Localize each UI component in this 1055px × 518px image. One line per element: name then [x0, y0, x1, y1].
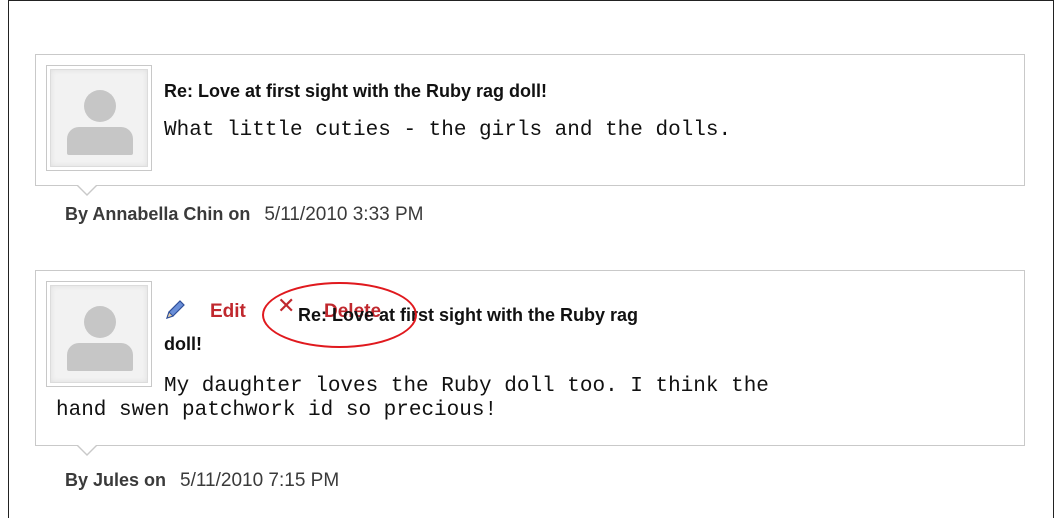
comment-body-line: My daughter loves the Ruby doll too. I t… — [164, 375, 769, 398]
comment-title: Re: Love at first sight with the Ruby ra… — [164, 81, 548, 101]
comment-author: By Annabella Chin on — [65, 204, 251, 224]
comment-date: 5/11/2010 7:15 PM — [180, 470, 340, 491]
comment-body-line: hand swen patchwork id so precious! — [56, 399, 498, 422]
comment-card: Edit ✕ Delete Re: Love at first sight wi… — [35, 270, 1025, 456]
comment-date: 5/11/2010 3:33 PM — [264, 204, 424, 225]
comment-title-continued: doll! — [164, 334, 202, 354]
avatar — [46, 281, 152, 387]
comment-title-part1: Re: Love at first sight with the Ruby ra… — [298, 305, 639, 325]
comment-meta: By Jules on 5/11/2010 7:15 PM — [65, 470, 339, 492]
pencil-icon[interactable] — [164, 299, 186, 321]
comment-meta: By Annabella Chin on 5/11/2010 3:33 PM — [65, 204, 424, 226]
user-placeholder-icon — [50, 285, 148, 383]
edit-button[interactable]: Edit — [210, 301, 246, 323]
comment-body: What little cuties - the girls and the d… — [164, 119, 732, 142]
x-icon[interactable]: ✕ — [277, 293, 295, 319]
comment-author: By Jules on — [65, 470, 167, 490]
speech-tail — [77, 445, 97, 456]
speech-tail — [77, 185, 97, 196]
user-placeholder-icon — [50, 69, 148, 167]
avatar — [46, 65, 152, 171]
comment-title: Re: Love at first sight with the Ruby ra… — [298, 302, 1018, 328]
comment-card: Re: Love at first sight with the Ruby ra… — [35, 54, 1025, 196]
